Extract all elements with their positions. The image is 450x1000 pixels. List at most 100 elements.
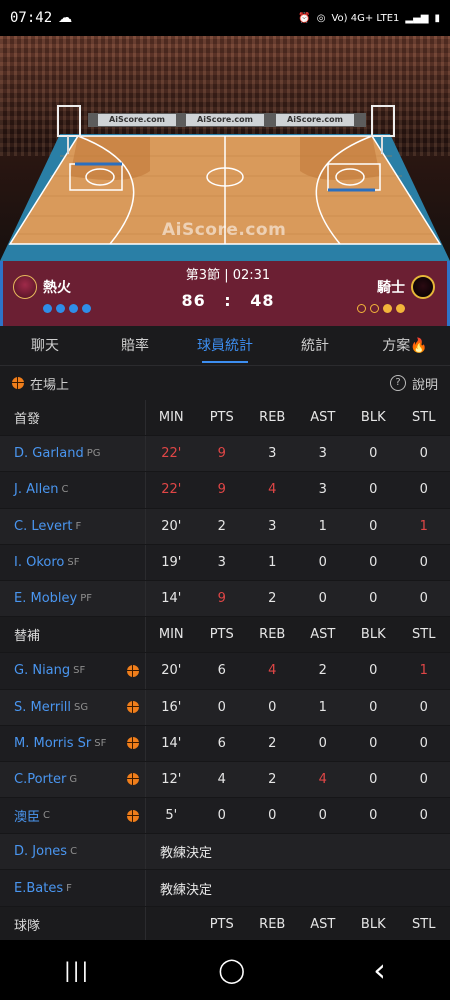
stat-value: 6: [217, 735, 226, 751]
basketball-icon: [127, 737, 139, 750]
back-button[interactable]: ‹: [373, 951, 386, 989]
stat-value: 3: [268, 518, 277, 534]
stat-value: 4: [217, 771, 226, 787]
player-row[interactable]: E. Mobley PF 14' 9 2 0 0 0: [0, 580, 450, 618]
player-name[interactable]: D. Garland: [14, 446, 84, 461]
player-name[interactable]: 澳臣: [14, 806, 40, 825]
question-icon: ?: [389, 375, 406, 391]
player-row[interactable]: E.Bates F 教練決定: [0, 870, 450, 907]
away-team-name: 騎士: [377, 280, 405, 296]
player-row[interactable]: S. Merrill SG 16' 0 0 1 0 0: [0, 689, 450, 726]
player-name[interactable]: E. Mobley: [14, 591, 77, 606]
timeout-dot: [370, 304, 379, 313]
section-title: 球隊: [14, 918, 41, 934]
player-row[interactable]: 澳臣 C 5' 0 0 0 0 0: [0, 798, 450, 835]
player-row[interactable]: D. Jones C 教練決定: [0, 834, 450, 871]
player-name-cell[interactable]: D. Jones C: [0, 834, 146, 870]
player-position: SF: [67, 556, 80, 568]
column-header: STL: [412, 410, 436, 426]
status-icons: ⏰ ◎ Vo) 4G+ LTE1 ▂▄▆ ▮: [298, 13, 440, 24]
player-name-cell[interactable]: 澳臣 C: [0, 798, 146, 834]
player-name-cell[interactable]: S. Merrill SG: [0, 689, 146, 725]
player-name[interactable]: I. Okoro: [14, 555, 64, 570]
player-name-cell[interactable]: G. Niang SF: [0, 653, 146, 689]
stat-value: 0: [419, 446, 428, 462]
player-name[interactable]: M. Morris Sr: [14, 736, 91, 751]
player-name-cell[interactable]: I. Okoro SF: [0, 544, 146, 580]
basketball-icon: [12, 377, 24, 389]
column-header: PTS: [209, 916, 234, 932]
score-bar: 第3節 | 02:31 熱火 86 : 48 騎士: [0, 261, 450, 326]
player-row[interactable]: C. Levert F 20' 2 3 1 0 1: [0, 508, 450, 545]
stat-value: 0: [369, 554, 378, 570]
player-name-cell[interactable]: E. Mobley PF: [0, 580, 146, 617]
player-row[interactable]: C.Porter G 12' 4 2 4 0 0: [0, 761, 450, 799]
stat-value: 3: [268, 446, 277, 462]
player-row[interactable]: G. Niang SF 20' 6 4 2 0 1: [0, 653, 450, 690]
stat-value: 0: [419, 591, 428, 607]
stat-value: 4: [268, 482, 277, 498]
player-name-cell[interactable]: C.Porter G: [0, 761, 146, 798]
player-row[interactable]: J. Allen C 22' 9 4 3 0 0: [0, 472, 450, 509]
timeout-dot: [357, 304, 366, 313]
player-name-cell[interactable]: E.Bates F: [0, 870, 146, 906]
stat-value: 22': [161, 482, 182, 498]
column-header: AST: [310, 627, 336, 643]
home-button[interactable]: ◯: [218, 956, 245, 984]
tab-player-stats[interactable]: 球員統計: [180, 326, 270, 365]
stat-value: 3: [318, 446, 327, 462]
tab-odds[interactable]: 賠率: [90, 326, 180, 365]
player-name-cell[interactable]: C. Levert F: [0, 508, 146, 544]
stat-value: 0: [369, 735, 378, 751]
player-name-cell[interactable]: M. Morris Sr SF: [0, 725, 146, 761]
player-row[interactable]: D. Garland PG 22' 9 3 3 0 0: [0, 436, 450, 473]
column-header: PTS: [209, 627, 234, 643]
stat-value: 0: [369, 663, 378, 679]
column-header: REB: [259, 410, 286, 426]
player-name-cell[interactable]: J. Allen C: [0, 472, 146, 508]
stat-value: 1: [419, 518, 428, 534]
player-name-cell[interactable]: D. Garland PG: [0, 436, 146, 472]
player-position: C: [43, 810, 50, 822]
tab-bar: 聊天 賠率 球員統計 統計 方案🔥: [0, 326, 450, 366]
timeout-dot: [396, 304, 405, 313]
bench-header-row: 替補 MIN PTS REB AST BLK STL: [0, 617, 450, 654]
section-title: 首發: [14, 412, 41, 428]
alarm-icon: ⏰: [298, 12, 311, 24]
stat-value: 2: [318, 663, 327, 679]
tab-stats[interactable]: 統計: [270, 326, 360, 365]
player-name[interactable]: J. Allen: [14, 482, 58, 497]
basketball-icon: [127, 809, 139, 822]
player-position: F: [66, 882, 72, 894]
player-name[interactable]: D. Jones: [14, 844, 67, 859]
player-position: C: [61, 484, 69, 496]
stat-value: 1: [318, 518, 327, 534]
help-button[interactable]: ? 說明: [389, 374, 438, 393]
player-row[interactable]: M. Morris Sr SF 14' 6 2 0 0 0: [0, 725, 450, 762]
stat-value: 9: [217, 446, 226, 462]
player-position: PG: [86, 448, 101, 460]
player-name[interactable]: E.Bates: [14, 881, 63, 896]
player-name[interactable]: C.Porter: [14, 772, 66, 787]
tab-plans[interactable]: 方案🔥: [360, 326, 450, 365]
score-separator: :: [224, 291, 232, 310]
player-row[interactable]: I. Okoro SF 19' 3 1 0 0 0: [0, 544, 450, 581]
stat-value: 0: [318, 591, 327, 607]
column-header: REB: [259, 916, 286, 932]
stat-value: 0: [217, 699, 226, 715]
stat-value: 2: [268, 591, 277, 607]
stat-value: 0: [369, 482, 378, 498]
stat-value: 3: [217, 554, 226, 570]
help-label: 說明: [411, 377, 438, 393]
away-team[interactable]: 騎士: [377, 275, 435, 299]
column-header: REB: [259, 627, 286, 643]
status-bar: 07:42 ☁ ⏰ ◎ Vo) 4G+ LTE1 ▂▄▆ ▮: [0, 0, 450, 36]
on-court-label: 在場上: [30, 377, 70, 393]
basketball-icon: [127, 664, 139, 677]
recent-apps-button[interactable]: |||: [64, 958, 90, 982]
hotspot-icon: ◎: [316, 12, 326, 24]
tab-chat[interactable]: 聊天: [0, 326, 90, 365]
player-name[interactable]: C. Levert: [14, 519, 73, 534]
player-name[interactable]: G. Niang: [14, 663, 70, 678]
player-name[interactable]: S. Merrill: [14, 700, 71, 715]
